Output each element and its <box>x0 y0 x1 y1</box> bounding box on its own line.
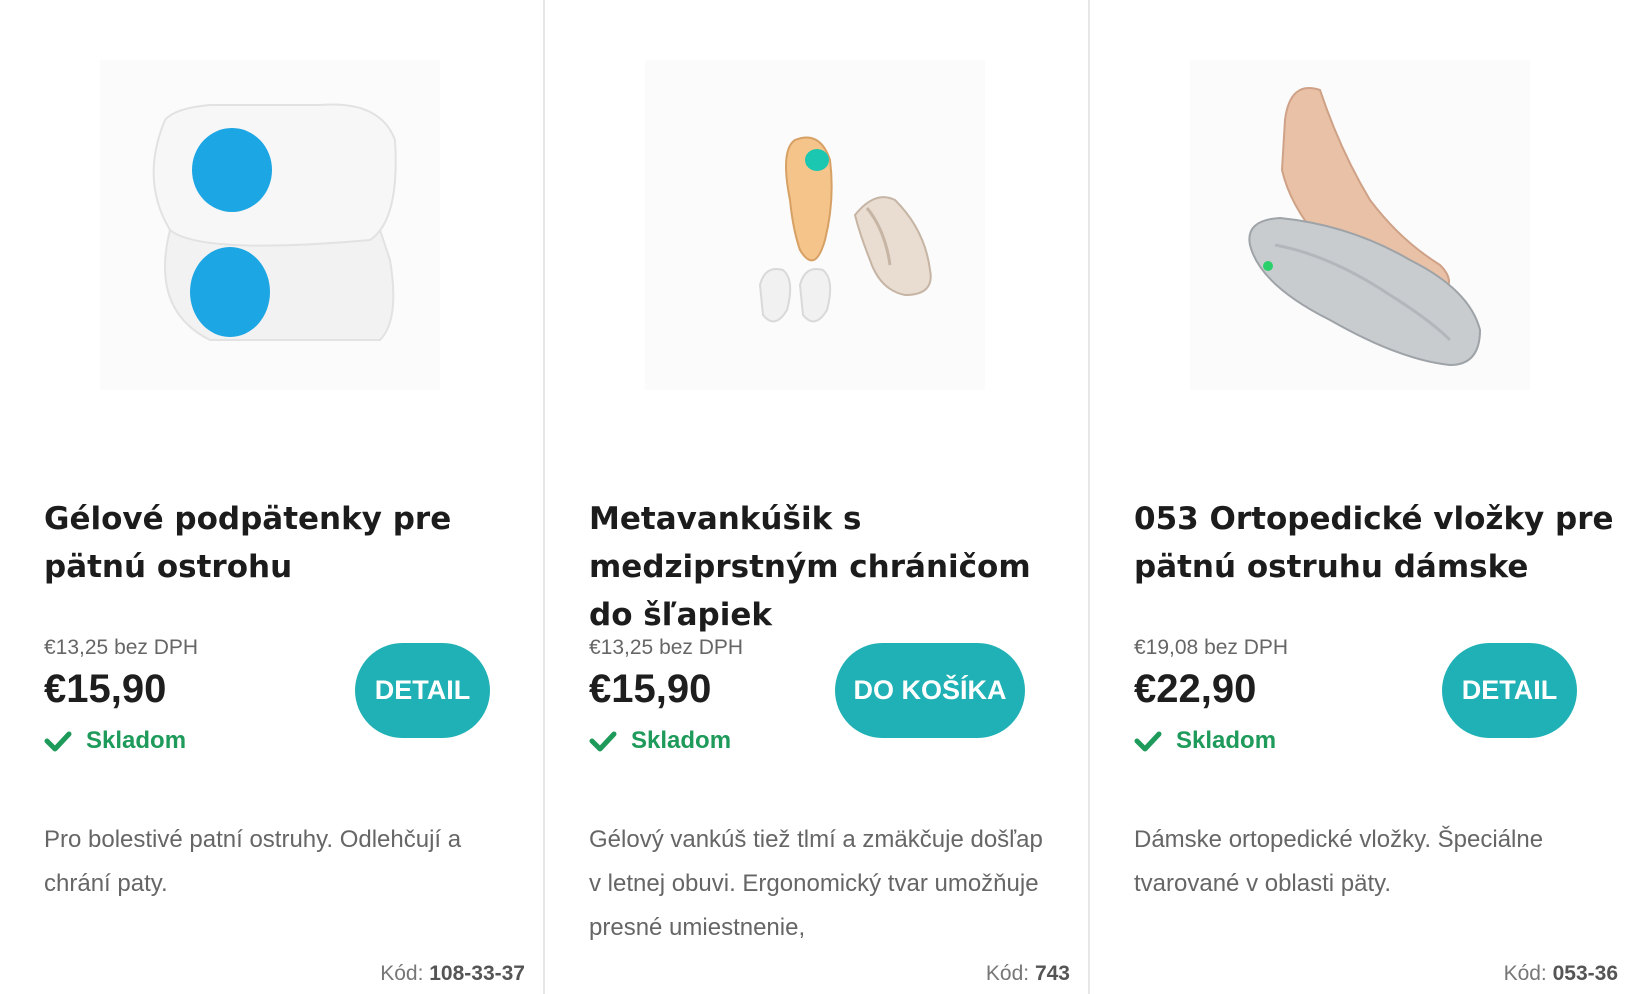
add-to-cart-button[interactable]: DO KOŠÍKA <box>835 643 1025 738</box>
price: €15,90 <box>44 667 167 711</box>
code-label: Kód: <box>1503 962 1547 985</box>
stock-status: Skladom <box>1134 727 1276 755</box>
check-icon <box>1134 731 1162 752</box>
check-icon <box>44 731 72 752</box>
product-description: Dámske ortopedické vložky. Špeciálne tva… <box>1134 826 1544 897</box>
stock-label: Skladom <box>86 727 187 754</box>
price: €15,90 <box>589 667 712 711</box>
product-title[interactable]: 053 Ortopedické vložky pre pätnú ostruhu… <box>1134 495 1614 591</box>
stock-label: Skladom <box>1176 727 1277 754</box>
detail-button[interactable]: DETAIL <box>1442 643 1577 738</box>
stock-label: Skladom <box>631 727 732 754</box>
code-label: Kód: <box>985 962 1030 985</box>
code-value: 053-36 <box>1552 962 1618 985</box>
product-title[interactable]: Gélové podpätenky pre pätnú ostrohu <box>44 495 524 591</box>
check-icon <box>589 731 617 752</box>
product-title[interactable]: Metavankúšik s medziprstným chráničom do… <box>589 495 1069 639</box>
price-without-vat: €13,25 bez DPH <box>589 636 744 659</box>
product-grid: Gélové podpätenky pre pätnú ostrohu €13,… <box>0 0 1636 994</box>
product-description: Pro bolestivé patní ostruhy. Odlehčují a… <box>44 826 462 897</box>
product-image[interactable] <box>605 30 1025 430</box>
product-card: 053 Ortopedické vložky pre pätnú ostruhu… <box>1090 0 1636 994</box>
price-without-vat: €19,08 bez DPH <box>1134 636 1289 659</box>
product-image[interactable] <box>1150 30 1570 430</box>
price: €22,90 <box>1134 667 1257 711</box>
stock-status: Skladom <box>44 727 186 755</box>
product-card: Metavankúšik s medziprstným chráničom do… <box>545 0 1090 994</box>
detail-button[interactable]: DETAIL <box>355 643 490 738</box>
heel-cups-image <box>100 60 440 390</box>
orthopedic-insole-image <box>1190 60 1530 390</box>
product-image[interactable] <box>60 30 480 430</box>
code-value: 743 <box>1034 962 1070 985</box>
metatarsal-pad-image <box>645 60 985 390</box>
code-value: 108-33-37 <box>429 962 525 985</box>
product-description: Gélový vankúš tiež tlmí a zmäkčuje došľa… <box>589 826 1043 941</box>
price-without-vat: €13,25 bez DPH <box>44 636 199 659</box>
product-card: Gélové podpätenky pre pätnú ostrohu €13,… <box>0 0 545 994</box>
code-label: Kód: <box>380 962 424 985</box>
product-code: Kód: 743 <box>986 962 1070 986</box>
product-code: Kód: 108-33-37 <box>380 962 525 986</box>
stock-status: Skladom <box>589 727 731 755</box>
product-code: Kód: 053-36 <box>1504 962 1618 986</box>
